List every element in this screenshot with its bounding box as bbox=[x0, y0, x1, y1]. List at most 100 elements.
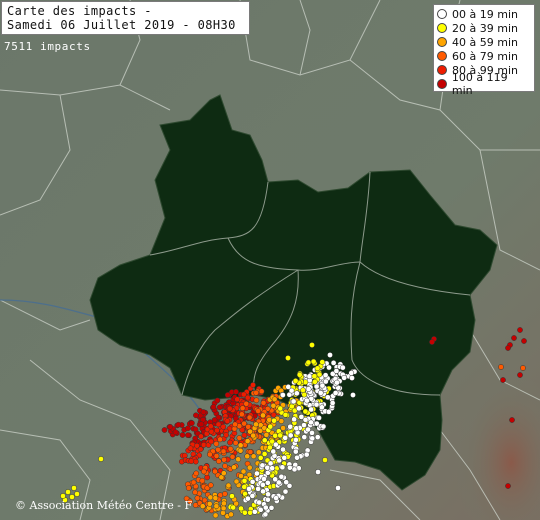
lightning-strike bbox=[227, 445, 234, 452]
lightning-strike bbox=[263, 432, 270, 438]
lightning-strike bbox=[255, 408, 261, 414]
lightning-strike bbox=[287, 464, 293, 471]
lightning-strike bbox=[287, 432, 294, 439]
lightning-strike bbox=[200, 442, 207, 448]
lightning-strike bbox=[314, 434, 321, 440]
lightning-strike bbox=[309, 430, 315, 436]
lightning-strike bbox=[190, 479, 197, 486]
lightning-strike bbox=[277, 405, 284, 412]
lightning-strike bbox=[333, 368, 340, 374]
lightning-strike bbox=[316, 371, 323, 378]
lightning-strike bbox=[267, 460, 274, 467]
lightning-strike bbox=[348, 370, 355, 376]
lightning-strike bbox=[326, 364, 332, 371]
lightning-strike bbox=[287, 423, 294, 430]
lightning-strike bbox=[520, 365, 526, 371]
lightning-strike bbox=[262, 504, 269, 511]
lightning-strike bbox=[235, 456, 242, 463]
lightning-strike bbox=[322, 457, 328, 463]
legend-label: 40 à 59 min bbox=[452, 35, 518, 49]
lightning-strike bbox=[232, 421, 238, 428]
lightning-strike bbox=[261, 437, 268, 444]
lightning-strike bbox=[335, 485, 341, 491]
lightning-strike bbox=[293, 437, 299, 443]
lightning-strike bbox=[305, 386, 312, 392]
lightning-strike bbox=[279, 464, 286, 471]
lightning-strike bbox=[517, 327, 523, 333]
lightning-strike bbox=[271, 417, 277, 424]
lightning-strike bbox=[222, 491, 228, 497]
lightning-strike bbox=[285, 384, 292, 390]
lightning-strike bbox=[517, 372, 523, 378]
lightning-strike bbox=[311, 373, 318, 380]
lightning-strike bbox=[292, 378, 299, 384]
lightning-strike bbox=[207, 494, 214, 501]
lightning-strike bbox=[226, 405, 233, 412]
copyright-notice: © Association Météo Centre - F bbox=[15, 499, 193, 512]
lightning-strike bbox=[238, 473, 244, 479]
lightning-strike bbox=[229, 453, 236, 460]
lightning-strike bbox=[197, 446, 204, 453]
legend-swatch bbox=[437, 23, 447, 33]
lightning-strike bbox=[505, 483, 511, 489]
lightning-strike bbox=[194, 495, 201, 501]
lightning-strike bbox=[244, 453, 251, 460]
lightning-strike bbox=[242, 509, 248, 516]
lightning-strike bbox=[60, 493, 66, 499]
lightning-strike bbox=[74, 491, 80, 497]
lightning-strike bbox=[350, 392, 356, 398]
lightning-strike bbox=[231, 464, 237, 471]
lightning-strike bbox=[216, 404, 223, 411]
lightning-strike bbox=[222, 463, 228, 469]
lightning-strike bbox=[253, 421, 259, 428]
lightning-strike bbox=[259, 462, 266, 469]
lightning-strike bbox=[167, 423, 174, 430]
lightning-strike bbox=[267, 423, 274, 430]
lightning-strike bbox=[280, 392, 286, 398]
lightning-strike bbox=[213, 440, 220, 447]
lightning-strike bbox=[303, 451, 310, 458]
lightning-strike bbox=[505, 345, 511, 351]
lightning-strike bbox=[225, 482, 232, 489]
lightning-strike bbox=[213, 503, 220, 510]
lightning-strike bbox=[319, 382, 326, 389]
lightning-strike bbox=[220, 505, 227, 512]
lightning-strike bbox=[329, 400, 336, 406]
lightning-strike bbox=[282, 488, 289, 495]
lightning-strike bbox=[255, 486, 261, 492]
lightning-strike bbox=[312, 378, 318, 385]
lightning-strike bbox=[253, 389, 259, 396]
lightning-strike bbox=[192, 489, 198, 496]
lightning-strike bbox=[246, 486, 252, 492]
lightning-strike bbox=[65, 489, 71, 495]
lightning-strike bbox=[220, 470, 227, 477]
lightning-strike bbox=[212, 495, 219, 501]
lightning-strike bbox=[212, 512, 219, 519]
lightning-strike bbox=[221, 456, 227, 463]
lightning-strike bbox=[327, 352, 333, 358]
lightning-strike bbox=[261, 451, 268, 457]
lightning-strike bbox=[258, 388, 265, 395]
lightning-strike bbox=[254, 470, 260, 477]
lightning-strike bbox=[429, 339, 435, 345]
lightning-strike bbox=[273, 495, 279, 501]
legend-item: 20 à 39 min bbox=[437, 21, 531, 35]
map-title: Carte des impacts - bbox=[7, 4, 152, 18]
lightning-strike bbox=[498, 364, 504, 370]
legend-swatch bbox=[437, 9, 447, 19]
lightning-strike bbox=[511, 335, 517, 341]
legend-item: 00 à 19 min bbox=[437, 7, 531, 21]
lightning-strike bbox=[271, 396, 278, 403]
lightning-strike bbox=[521, 338, 527, 344]
lightning-strike bbox=[509, 417, 515, 423]
lightning-strike bbox=[221, 500, 227, 507]
lightning-strike bbox=[199, 477, 206, 484]
lightning-strike bbox=[179, 432, 186, 438]
lightning-strike bbox=[310, 358, 317, 365]
lightning-strike bbox=[264, 464, 271, 471]
lightning-strike bbox=[233, 388, 239, 395]
lightning-strike bbox=[272, 441, 279, 448]
lightning-strike bbox=[339, 364, 346, 371]
lightning-strike bbox=[314, 365, 321, 372]
lightning-strike bbox=[301, 434, 308, 440]
